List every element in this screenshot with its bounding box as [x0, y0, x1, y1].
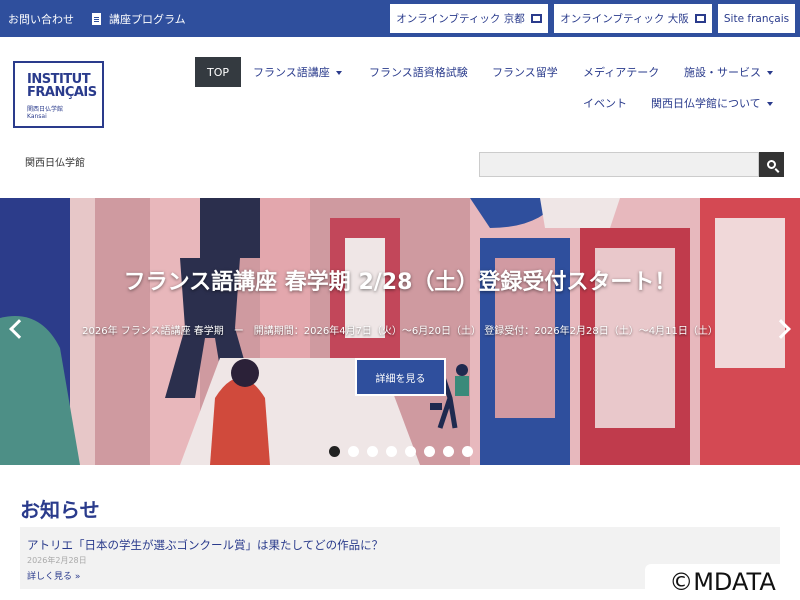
- watermark: ©MDATA: [645, 564, 800, 600]
- nav-facilities-label: 施設・サービス: [684, 66, 761, 79]
- nav-about-label: 関西日仏学館について: [651, 97, 761, 110]
- slider-dot[interactable]: [462, 446, 473, 457]
- nav-courses[interactable]: フランス語講座: [253, 57, 342, 87]
- news-date: 2026年2月28日: [27, 556, 87, 565]
- site-francais-button[interactable]: Site français: [717, 3, 796, 34]
- nav-about[interactable]: 関西日仏学館について: [651, 88, 773, 118]
- logo-line-3: 関西日仏学館: [27, 106, 64, 113]
- slider-dot[interactable]: [405, 446, 416, 457]
- contact-link[interactable]: お問い合わせ: [8, 11, 74, 27]
- cart-icon: [694, 14, 706, 23]
- boutique-osaka-button[interactable]: オンラインブティック 大阪: [553, 3, 713, 34]
- top-bar: お問い合わせ 講座プログラム オンラインブティック 京都 オンラインブティック …: [0, 0, 800, 37]
- slider-dot[interactable]: [329, 446, 340, 457]
- nav-courses-label: フランス語講座: [253, 66, 330, 79]
- site-label: 関西日仏学館: [25, 158, 85, 169]
- cart-icon: [530, 14, 542, 23]
- nav-events[interactable]: イベント: [583, 88, 627, 118]
- nav-facilities[interactable]: 施設・サービス: [684, 57, 773, 87]
- nav-study[interactable]: フランス留学: [492, 57, 558, 87]
- news-headline[interactable]: アトリエ「日本の学生が選ぶゴンクール賞」は果たしてどの作品に？: [27, 537, 383, 553]
- slider-dot[interactable]: [348, 446, 359, 457]
- chevron-down-icon: [335, 70, 342, 75]
- hero-slider: フランス語講座 春学期 2/28（土）登録受付スタート！ 2026年 フランス語…: [0, 198, 800, 465]
- nav-exams[interactable]: フランス語資格試験: [369, 57, 468, 87]
- search-input[interactable]: [479, 152, 759, 177]
- institut-logo[interactable]: INSTITUT FRANÇAIS 関西日仏学館 Kansai: [13, 61, 104, 128]
- logo-line-4: Kansai: [27, 113, 47, 120]
- slider-dot[interactable]: [424, 446, 435, 457]
- program-link[interactable]: 講座プログラム: [92, 11, 186, 27]
- chevron-down-icon: [766, 101, 773, 106]
- slider-dot[interactable]: [367, 446, 378, 457]
- site-francais-label: Site français: [723, 12, 790, 25]
- news-heading: お知らせ: [20, 498, 100, 522]
- slider-dots: [329, 446, 473, 457]
- hero-subtitle: 2026年 フランス語講座 春学期 ー 開講期間：2026年4月7日（火）～6月…: [82, 326, 718, 337]
- news-read-more-link[interactable]: 詳しく見る »: [27, 569, 80, 582]
- search-icon: [767, 160, 776, 169]
- pdf-icon: [92, 13, 101, 25]
- nav-mediatheque[interactable]: メディアテーク: [583, 57, 659, 87]
- boutique-kyoto-button[interactable]: オンラインブティック 京都: [389, 3, 549, 34]
- chevron-down-icon: [767, 70, 773, 75]
- boutique-kyoto-label: オンラインブティック 京都: [396, 13, 525, 25]
- slider-dot[interactable]: [386, 446, 397, 457]
- hero-details-button[interactable]: 詳細を見る: [355, 358, 446, 396]
- nav-top[interactable]: TOP: [195, 57, 241, 87]
- slider-dot[interactable]: [443, 446, 454, 457]
- program-label: 講座プログラム: [109, 13, 186, 26]
- logo-line-2: FRANÇAIS: [27, 85, 97, 100]
- search-button[interactable]: [759, 152, 784, 177]
- boutique-osaka-label: オンラインブティック 大阪: [560, 13, 689, 25]
- hero-title: フランス語講座 春学期 2/28（土）登録受付スタート！: [123, 270, 677, 295]
